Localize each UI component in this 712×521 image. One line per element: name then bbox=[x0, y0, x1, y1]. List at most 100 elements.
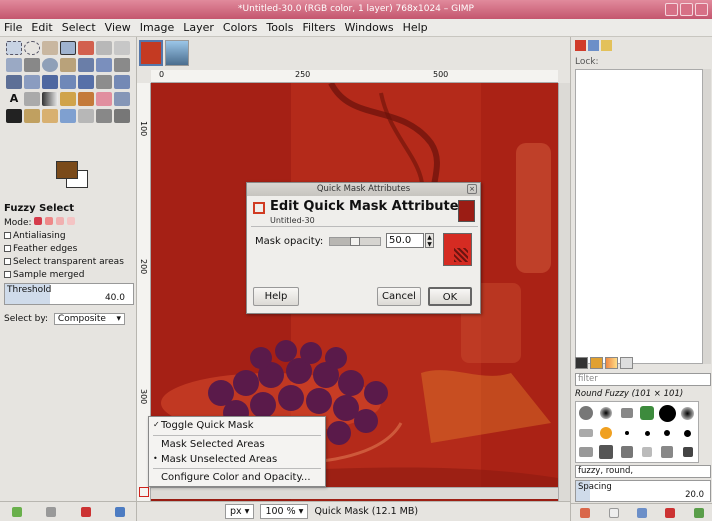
mask-opacity-slider[interactable] bbox=[329, 237, 381, 246]
select-by-dropdown[interactable]: Composite ▾ bbox=[53, 313, 125, 325]
brush-preview[interactable] bbox=[658, 404, 676, 422]
vertical-scrollbar[interactable] bbox=[558, 83, 570, 501]
menu-tools[interactable]: Tools bbox=[266, 21, 293, 34]
reset-options-icon[interactable] bbox=[114, 506, 125, 517]
brush-preview[interactable] bbox=[579, 447, 594, 458]
image-tab-quickmask[interactable] bbox=[139, 40, 163, 66]
brush-preview[interactable] bbox=[644, 430, 650, 436]
cancel-button[interactable]: Cancel bbox=[377, 287, 421, 306]
brush-filter-input[interactable]: filter bbox=[575, 373, 711, 386]
eraser-icon[interactable] bbox=[96, 92, 112, 106]
layers-list[interactable] bbox=[575, 69, 703, 364]
brush-preview[interactable] bbox=[664, 430, 671, 437]
image-tab-other[interactable] bbox=[165, 40, 189, 66]
warp-icon[interactable] bbox=[114, 75, 130, 89]
free-select-icon[interactable] bbox=[42, 41, 58, 55]
quick-mask-toggle-icon[interactable] bbox=[139, 487, 149, 497]
brush-preview[interactable] bbox=[640, 406, 655, 421]
feather-option[interactable]: Feather edges bbox=[4, 244, 134, 254]
layers-scrollbar[interactable] bbox=[703, 69, 711, 364]
align-icon[interactable] bbox=[96, 58, 112, 72]
mode-replace-icon[interactable] bbox=[34, 217, 43, 225]
shear-icon[interactable] bbox=[42, 75, 58, 89]
antialiasing-checkbox[interactable] bbox=[4, 232, 11, 239]
menu-edit[interactable]: Edit bbox=[31, 21, 52, 34]
blend-icon[interactable] bbox=[42, 92, 58, 106]
mode-add-icon[interactable] bbox=[45, 217, 54, 225]
brush-preview[interactable] bbox=[600, 427, 613, 440]
perspective-icon[interactable] bbox=[60, 75, 76, 89]
clone-icon[interactable] bbox=[24, 109, 40, 123]
brush-spacing-slider[interactable]: Spacing 20.0 bbox=[575, 480, 711, 502]
paintbrush-icon[interactable] bbox=[78, 92, 94, 106]
feather-checkbox[interactable] bbox=[4, 245, 11, 252]
brush-preview[interactable] bbox=[681, 406, 695, 420]
help-button[interactable]: Help bbox=[253, 287, 299, 306]
move-icon[interactable] bbox=[78, 58, 94, 72]
new-brush-icon[interactable] bbox=[608, 507, 619, 518]
brush-preview[interactable] bbox=[600, 407, 613, 420]
transparent-option[interactable]: Select transparent areas bbox=[4, 257, 134, 267]
slider-knob[interactable] bbox=[350, 237, 360, 246]
brush-preview[interactable] bbox=[682, 447, 693, 458]
brush-preview[interactable] bbox=[684, 429, 692, 437]
measure-icon[interactable] bbox=[60, 58, 76, 72]
brush-preview[interactable] bbox=[661, 446, 674, 459]
transparent-checkbox[interactable] bbox=[4, 258, 11, 265]
blur-icon[interactable] bbox=[60, 109, 76, 123]
sample-merged-checkbox[interactable] bbox=[4, 271, 11, 278]
menu-filters[interactable]: Filters bbox=[302, 21, 335, 34]
color-swatches[interactable] bbox=[56, 161, 96, 191]
sample-merged-option[interactable]: Sample merged bbox=[4, 270, 134, 280]
brush-preview[interactable] bbox=[620, 446, 633, 459]
brush-preview[interactable] bbox=[620, 408, 633, 419]
menu-layer[interactable]: Layer bbox=[183, 21, 214, 34]
menu-mask-unselected[interactable]: • Mask Unselected Areas bbox=[153, 454, 277, 465]
menu-select[interactable]: Select bbox=[62, 21, 96, 34]
mode-subtract-icon[interactable] bbox=[56, 217, 65, 225]
layers-tab-icon[interactable] bbox=[575, 40, 586, 51]
foreground-select-icon[interactable] bbox=[114, 41, 130, 55]
delete-options-icon[interactable] bbox=[80, 506, 91, 517]
brush-grid[interactable] bbox=[575, 401, 699, 463]
channels-tab-icon[interactable] bbox=[588, 40, 599, 51]
delete-brush-icon[interactable] bbox=[665, 507, 676, 518]
patterns-tab-icon[interactable] bbox=[590, 357, 603, 369]
dodge-icon[interactable] bbox=[96, 109, 112, 123]
antialiasing-option[interactable]: Antialiasing bbox=[4, 231, 134, 241]
mask-opacity-input[interactable]: 50.0 bbox=[386, 233, 424, 248]
scale-icon[interactable] bbox=[24, 75, 40, 89]
brush-preview[interactable] bbox=[579, 406, 594, 421]
menu-windows[interactable]: Windows bbox=[344, 21, 393, 34]
spin-arrows-icon[interactable]: ▲ ▼ bbox=[425, 233, 434, 248]
brush-preview[interactable] bbox=[642, 447, 653, 458]
brush-preview[interactable] bbox=[599, 445, 614, 460]
ink-icon[interactable] bbox=[6, 109, 22, 123]
flip-icon[interactable] bbox=[78, 75, 94, 89]
bucket-fill-icon[interactable] bbox=[24, 92, 40, 106]
menu-help[interactable]: Help bbox=[403, 21, 428, 34]
heal-icon[interactable] bbox=[42, 109, 58, 123]
ellipse-select-icon[interactable] bbox=[24, 41, 40, 55]
threshold-slider[interactable]: Threshold 40.0 bbox=[4, 283, 134, 305]
text-tool-icon[interactable]: A bbox=[6, 92, 22, 106]
color-picker-icon[interactable] bbox=[24, 58, 40, 72]
menu-view[interactable]: View bbox=[105, 21, 131, 34]
fonts-tab-icon[interactable] bbox=[620, 357, 633, 369]
mode-intersect-icon[interactable] bbox=[67, 217, 76, 225]
cage-icon[interactable] bbox=[96, 75, 112, 89]
ok-button[interactable]: OK bbox=[428, 287, 472, 306]
pencil-icon[interactable] bbox=[60, 92, 76, 106]
edit-brush-icon[interactable] bbox=[580, 507, 591, 518]
maximize-button[interactable] bbox=[680, 3, 693, 16]
menu-configure[interactable]: Configure Color and Opacity... bbox=[161, 472, 311, 483]
stamp-icon[interactable] bbox=[114, 109, 130, 123]
restore-options-icon[interactable] bbox=[46, 506, 57, 517]
airbrush-icon[interactable] bbox=[114, 92, 130, 106]
unit-selector[interactable]: px ▾ bbox=[225, 504, 255, 519]
smudge-icon[interactable] bbox=[78, 109, 94, 123]
save-options-icon[interactable] bbox=[12, 506, 23, 517]
menu-mask-selected[interactable]: Mask Selected Areas bbox=[161, 439, 265, 450]
paths-tab-icon[interactable] bbox=[601, 40, 612, 51]
brush-preview[interactable] bbox=[579, 429, 594, 438]
